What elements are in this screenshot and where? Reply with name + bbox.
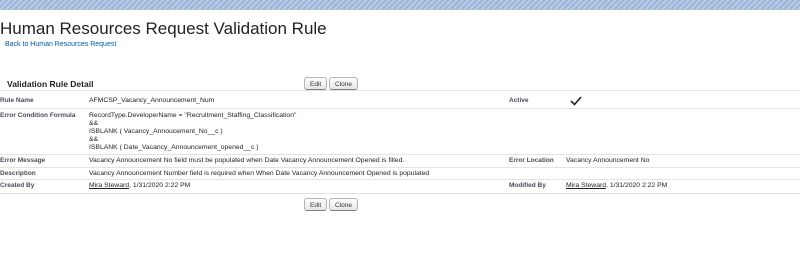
created-by-date: , 1/31/2020 2:22 PM (129, 182, 191, 189)
formula-line: ISBLANK ( Date_Vacancy_Announcement_open… (89, 144, 259, 151)
checkmark-icon (570, 96, 582, 106)
active-label: Active (509, 97, 529, 104)
rule-name-label: Rule Name (0, 97, 34, 104)
divider (0, 90, 800, 91)
divider (0, 179, 800, 180)
created-by-label: Created By (0, 182, 35, 189)
divider (0, 154, 800, 155)
error-location-value: Vacancy Announcement No (566, 157, 650, 164)
description-value: Vacancy Announcement Number field is req… (89, 170, 430, 177)
modified-by-value: Mira Steward, 1/31/2020 2:22 PM (566, 182, 667, 190)
rule-name-value: AFMCSP_Vacancy_Announcement_Num (89, 97, 215, 104)
formula-line: RecordType.DeveloperName = "Recruitment_… (89, 112, 297, 119)
header-band (0, 0, 800, 10)
clone-button-bottom[interactable]: Clone (329, 198, 358, 211)
formula-label: Error Condition Formula (0, 112, 76, 119)
created-by-user-link[interactable]: Mira Steward (89, 182, 129, 189)
modified-by-user-link[interactable]: Mira Steward (566, 182, 606, 189)
back-to-hr-request-link[interactable]: Back to Human Resources Request (5, 41, 116, 48)
divider (0, 193, 800, 194)
formula-line: && (89, 136, 99, 143)
created-by-value: Mira Steward, 1/31/2020 2:22 PM (89, 182, 190, 190)
error-location-label: Error Location (509, 157, 554, 164)
modified-by-date: , 1/31/2020 2:22 PM (606, 182, 668, 189)
formula-line: && (89, 120, 99, 127)
page-title: Human Resources Request Validation Rule (0, 19, 327, 38)
divider (0, 167, 800, 168)
description-label: Description (0, 170, 36, 177)
divider (0, 108, 800, 109)
error-message-label: Error Message (0, 157, 46, 164)
section-title: Validation Rule Detail (7, 79, 94, 89)
formula-line: ISBLANK ( Vacancy_Annoucement_No__c ) (89, 128, 223, 135)
edit-button-bottom[interactable]: Edit (304, 198, 328, 211)
error-message-value: Vacancy Announcement No field must be po… (89, 157, 405, 164)
modified-by-label: Modified By (509, 182, 546, 189)
edit-button-top[interactable]: Edit (304, 77, 328, 90)
clone-button-top[interactable]: Clone (329, 77, 358, 90)
